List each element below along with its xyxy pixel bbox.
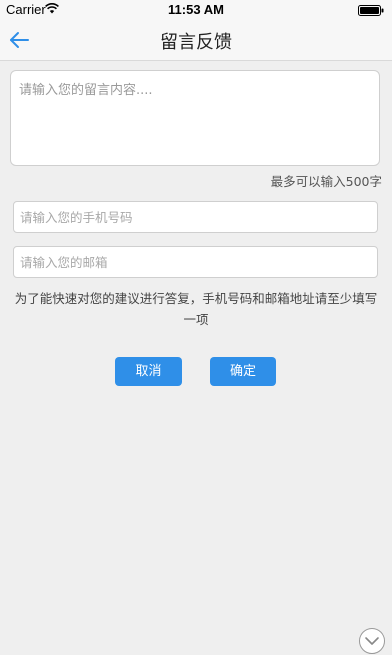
contact-hint: 为了能快速对您的建议进行答复，手机号码和邮箱地址请至少填写一项 [14,291,378,327]
cancel-button[interactable]: 取消 [115,357,182,386]
message-textarea[interactable] [10,70,380,166]
navigation-bar: 留言反馈 [0,20,392,61]
confirm-button[interactable]: 确定 [210,357,276,386]
phone-input[interactable] [13,201,378,233]
page-title: 留言反馈 [160,32,232,53]
status-time: 11:53 AM [168,2,224,17]
battery-icon [358,5,384,16]
chevron-down-circle-icon[interactable] [358,627,386,655]
status-bar: Carrier 11:53 AM [0,0,392,20]
email-input[interactable] [13,246,378,278]
char-limit-label: 最多可以输入500字 [270,174,382,189]
